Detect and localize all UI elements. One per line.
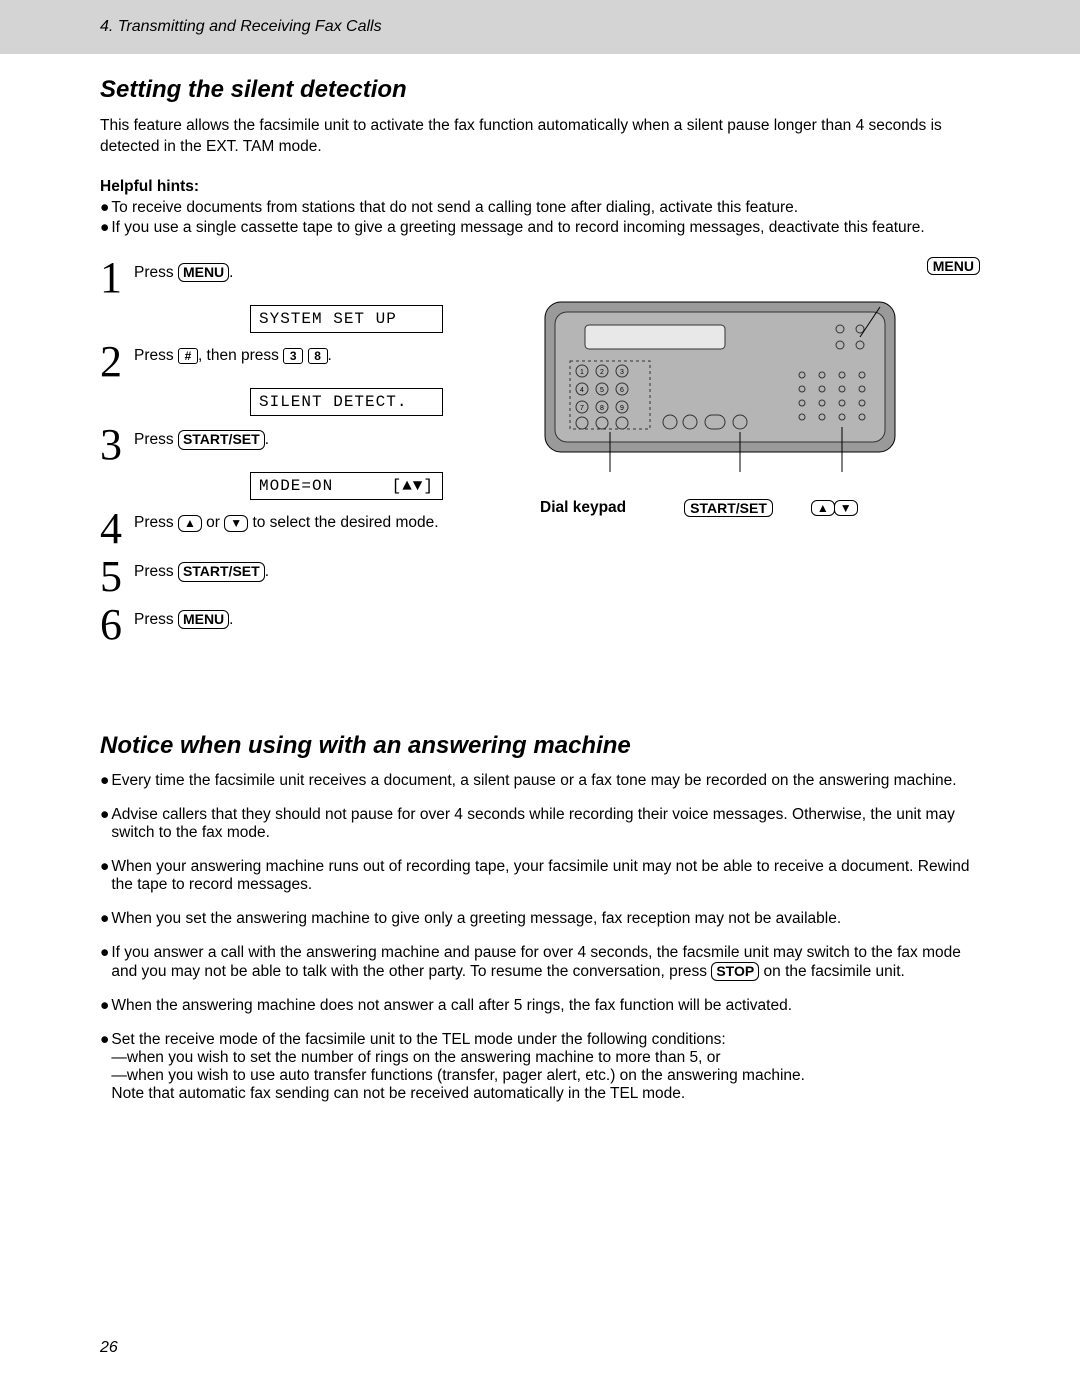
page-number: 26 bbox=[100, 1339, 118, 1357]
step-number: 4 bbox=[100, 508, 134, 550]
step-number: 6 bbox=[100, 604, 134, 646]
chapter-header: 4. Transmitting and Receiving Fax Calls bbox=[0, 0, 1080, 54]
notice7: Set the receive mode of the facsimile un… bbox=[111, 1031, 805, 1103]
bullet-icon: ● bbox=[100, 772, 109, 790]
section2-title: Notice when using with an answering mach… bbox=[100, 732, 980, 760]
device-illustration: MENU bbox=[540, 257, 980, 652]
hash-key: # bbox=[178, 348, 198, 364]
step-number: 5 bbox=[100, 556, 134, 598]
bullet-icon: ● bbox=[100, 858, 109, 876]
bullet-icon: ● bbox=[100, 806, 109, 824]
step-6: 6 Press MENU. bbox=[100, 604, 510, 646]
menu-key: MENU bbox=[178, 610, 229, 630]
lcd-display: SILENT DETECT. bbox=[250, 388, 443, 416]
notice6: When the answering machine does not answ… bbox=[111, 997, 792, 1015]
step-number: 1 bbox=[100, 257, 134, 299]
menu-key: MENU bbox=[178, 263, 229, 283]
startset-label: START/SET bbox=[684, 499, 773, 517]
up-arrow-key: ▲ bbox=[178, 515, 202, 531]
hint-row: ● To receive documents from stations tha… bbox=[100, 199, 980, 217]
step6-period: . bbox=[229, 611, 233, 628]
step5-text: Press bbox=[134, 563, 178, 580]
step2-text2: , then press bbox=[198, 347, 283, 364]
lcd-text-left: MODE=ON bbox=[259, 477, 333, 495]
hint1-text: To receive documents from stations that … bbox=[111, 199, 798, 217]
notice5: If you answer a call with the answering … bbox=[111, 944, 980, 982]
down-arrow-label: ▼ bbox=[834, 500, 858, 516]
bullet-icon: ● bbox=[100, 910, 109, 928]
notice7b: —when you wish to set the number of ring… bbox=[111, 1049, 720, 1066]
notice7c: —when you wish to use auto transfer func… bbox=[111, 1067, 805, 1084]
svg-text:8: 8 bbox=[600, 405, 604, 412]
step-4: 4 Press ▲ or ▼ to select the desired mod… bbox=[100, 508, 510, 550]
step-3: 3 Press START/SET. bbox=[100, 424, 510, 466]
notice2: Advise callers that they should not paus… bbox=[111, 806, 980, 842]
startset-key: START/SET bbox=[178, 562, 265, 582]
step2-text1: Press bbox=[134, 347, 178, 364]
notice5b: on the facsimile unit. bbox=[764, 963, 905, 980]
notice4: When you set the answering machine to gi… bbox=[111, 910, 841, 928]
svg-text:7: 7 bbox=[580, 405, 584, 412]
lcd-text-right: [▲▼] bbox=[392, 477, 434, 495]
step3-period: . bbox=[265, 431, 269, 448]
step5-period: . bbox=[265, 563, 269, 580]
stop-key: STOP bbox=[711, 962, 759, 982]
lcd-display: SYSTEM SET UP bbox=[250, 305, 443, 333]
svg-text:4: 4 bbox=[580, 387, 584, 394]
notice-row: ● Set the receive mode of the facsimile … bbox=[100, 1031, 980, 1103]
step2-period: . bbox=[328, 347, 332, 364]
bullet-icon: ● bbox=[100, 944, 109, 962]
bullet-icon: ● bbox=[100, 219, 109, 237]
svg-text:5: 5 bbox=[600, 387, 604, 394]
step6-text: Press bbox=[134, 611, 178, 628]
hints-label: Helpful hints: bbox=[100, 178, 980, 196]
notice1: Every time the facsimile unit receives a… bbox=[111, 772, 956, 790]
notice-row: ● Advise callers that they should not pa… bbox=[100, 806, 980, 842]
svg-text:6: 6 bbox=[620, 387, 624, 394]
svg-text:2: 2 bbox=[600, 369, 604, 376]
step1-period: . bbox=[229, 264, 233, 281]
notice-row: ● When you set the answering machine to … bbox=[100, 910, 980, 928]
section1-title: Setting the silent detection bbox=[100, 76, 980, 104]
notice-row: ● If you answer a call with the answerin… bbox=[100, 944, 980, 982]
hint-row: ● If you use a single cassette tape to g… bbox=[100, 219, 980, 237]
notice3: When your answering machine runs out of … bbox=[111, 858, 980, 894]
svg-text:3: 3 bbox=[620, 369, 624, 376]
step-2: 2 Press #, then press 3 8. bbox=[100, 341, 510, 383]
down-arrow-key: ▼ bbox=[224, 515, 248, 531]
menu-label: MENU bbox=[927, 257, 980, 275]
dialkeypad-label: Dial keypad bbox=[540, 499, 626, 517]
notice7a: Set the receive mode of the facsimile un… bbox=[111, 1031, 725, 1048]
notice-row: ● Every time the facsimile unit receives… bbox=[100, 772, 980, 790]
up-arrow-label: ▲ bbox=[811, 500, 835, 516]
bullet-icon: ● bbox=[100, 1031, 109, 1049]
step4-text1: Press bbox=[134, 514, 178, 531]
fax-device-icon: 1 2 3 4 5 6 7 8 9 bbox=[540, 282, 900, 492]
step-number: 3 bbox=[100, 424, 134, 466]
svg-text:9: 9 bbox=[620, 405, 624, 412]
step-5: 5 Press START/SET. bbox=[100, 556, 510, 598]
step-number: 2 bbox=[100, 341, 134, 383]
section1-intro: This feature allows the facsimile unit t… bbox=[100, 116, 980, 158]
notice7d: Note that automatic fax sending can not … bbox=[111, 1085, 685, 1102]
lcd-text: SILENT DETECT. bbox=[259, 393, 407, 411]
svg-text:1: 1 bbox=[580, 369, 584, 376]
step4-text2: to select the desired mode. bbox=[252, 514, 438, 531]
step3-text: Press bbox=[134, 431, 178, 448]
step1-text: Press bbox=[134, 264, 178, 281]
bullet-icon: ● bbox=[100, 997, 109, 1015]
hint2-text: If you use a single cassette tape to giv… bbox=[111, 219, 924, 237]
startset-key: START/SET bbox=[178, 430, 265, 450]
step4-or: or bbox=[206, 514, 224, 531]
notice-row: ● When your answering machine runs out o… bbox=[100, 858, 980, 894]
lcd-display: MODE=ON [▲▼] bbox=[250, 472, 443, 500]
digit-3-key: 3 bbox=[283, 348, 303, 364]
step-1: 1 Press MENU. bbox=[100, 257, 510, 299]
digit-8-key: 8 bbox=[308, 348, 328, 364]
bullet-icon: ● bbox=[100, 199, 109, 217]
lcd-text: SYSTEM SET UP bbox=[259, 310, 397, 328]
notice-row: ● When the answering machine does not an… bbox=[100, 997, 980, 1015]
